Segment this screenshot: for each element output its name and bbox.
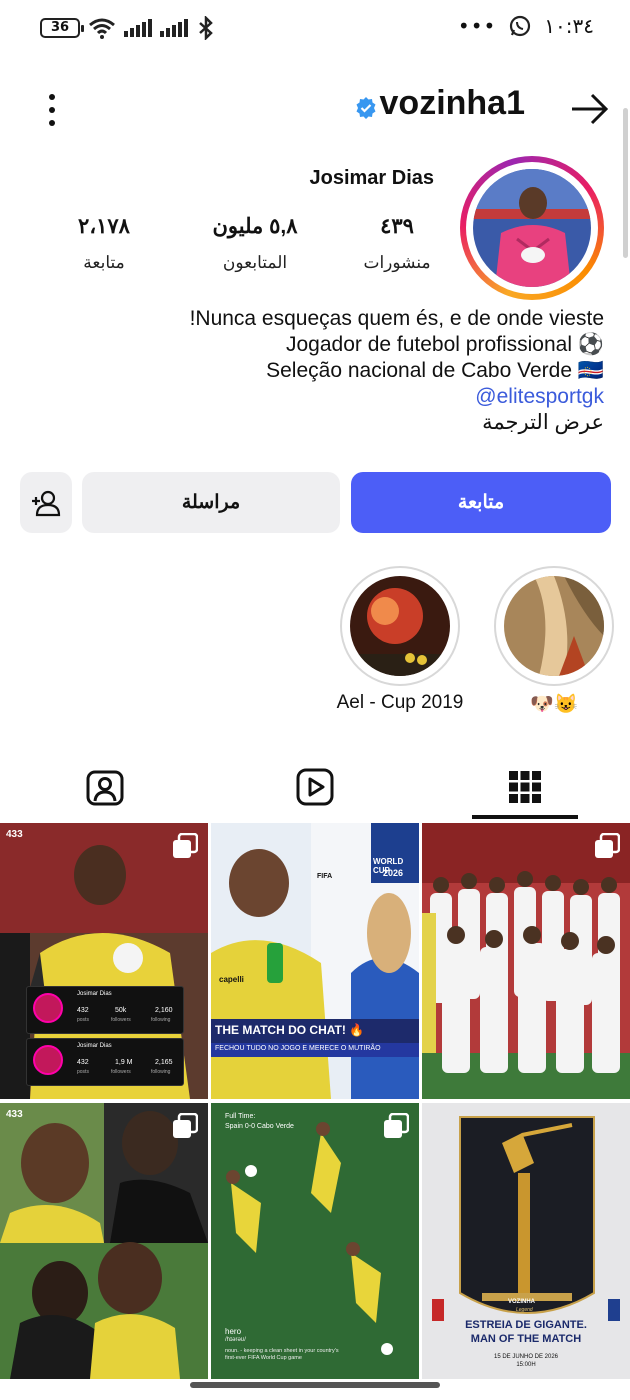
stat-followers[interactable]: ٥,٨ مليون المتابعون [190,214,320,273]
post-1-card-2-followers: 1,9 M [115,1059,133,1066]
post-1-card-1: Josimar Dias 432 50k 2,160 posts followe… [26,986,184,1034]
username: vozinha1 [379,84,525,122]
status-bar: 36 ••• ١٠:٣٤ [0,0,630,60]
scrollbar[interactable] [623,108,628,258]
display-name: Josimar Dias [309,167,434,189]
stat-posts[interactable]: ٤٣٩ منشورات [352,214,442,273]
post-1-card-2-following: 2,165 [155,1059,173,1066]
story-highlight-1[interactable]: 🐶😺 [494,566,614,716]
more-notifications-icon: ••• [457,14,497,38]
active-tab-indicator [472,815,578,819]
post-1-card-1-followers-label: followers [111,1017,131,1023]
profile-tabs [0,755,630,821]
post-5[interactable]: Full Time: Spain 0-0 Cabo Verde hero /hɪ… [211,1103,419,1379]
posts-label: منشورات [363,253,431,272]
profile-avatar[interactable] [460,156,604,300]
post-1-card-2-posts: 432 [77,1059,89,1066]
see-translation-link[interactable]: عرض الترجمة [44,410,604,436]
post-6-sub: Legend [516,1307,533,1313]
profile-header: vozinha1 [0,82,630,138]
bio-threads-link[interactable]: @elitesportgk [44,384,604,410]
signal-icon [124,19,152,37]
carousel-icon [173,833,198,858]
post-1[interactable]: 433 Josimar Dias 432 50k 2,160 posts fol… [0,823,208,1099]
following-count: ٢،١٧٨ [78,215,130,238]
follow-button[interactable]: متابعة [351,472,611,533]
tagged-person-icon [86,770,124,806]
post-6-time: 15:00H [516,1362,536,1368]
highlight-cover-2 [350,576,450,676]
post-2-year: 2026 [383,868,404,878]
add-person-icon [32,490,61,516]
stat-following[interactable]: ٢،١٧٨ متابعة [58,214,150,273]
post-1-card-1-followers: 50k [115,1007,127,1014]
carousel-icon [173,1113,198,1138]
verified-badge-icon [356,97,376,119]
avatar-photo [473,169,591,287]
post-1-card-2-followers-label: followers [111,1069,131,1075]
post-5-header-2: Spain 0-0 Cabo Verde [225,1123,294,1130]
posts-count: ٤٣٩ [380,215,414,238]
post-2-sponsor: capelli [219,975,244,984]
post-5-header-1: Full Time: [225,1113,256,1120]
suggested-users-button[interactable] [20,472,72,533]
post-2-banner-sub: FECHOU TUDO NO JOGO E MERECE O MUTIRÃO [215,1045,381,1052]
more-options-icon[interactable] [40,94,64,126]
post-1-card-1-following: 2,160 [155,1007,173,1014]
system-icons [88,14,216,42]
grid-icon [509,771,541,803]
post-1-card-2-following-label: following [151,1069,171,1075]
bio-line-2: Jogador de futebol profissional ⚽ [285,333,604,356]
post-6-date: 15 DE JUNHO DE 2026 [493,1354,559,1360]
message-button[interactable]: مراسلة [82,472,340,533]
battery-indicator: 36 [40,18,84,38]
post-1-card-2-name: Josimar Dias [77,1043,112,1049]
post-1-card-1-following-label: following [151,1017,171,1023]
post-4[interactable]: 433 [0,1103,208,1379]
post-1-card-2: Josimar Dias 432 1,9 M 2,165 posts follo… [26,1038,184,1086]
post-5-definition: noun. - keeping a clean sheet in your co… [225,1348,339,1361]
clock: ١٠:٣٤ [544,14,594,38]
home-indicator[interactable] [190,1382,440,1388]
post-2[interactable]: FIFA WORLD CUP 2026 capelli THE MATCH DO… [211,823,419,1099]
status-right: ••• ١٠:٣٤ [458,14,594,38]
wifi-icon [89,18,115,39]
post-1-card-1-posts: 432 [77,1007,89,1014]
post-4-badge: 433 [6,1109,23,1120]
forward-arrow-icon[interactable] [570,92,610,126]
tab-reels[interactable] [275,755,355,819]
highlight-caption-2: Ael - Cup 2019 [336,692,464,713]
post-6-title-1: ESTREIA DE GIGANTE. [465,1319,587,1331]
post-6[interactable]: VOZINHA Legend ESTREIA DE GIGANTE. MAN O… [422,1103,630,1379]
post-5-word: hero [225,1327,242,1336]
post-3[interactable] [422,823,630,1099]
post-1-card-1-posts-label: posts [77,1017,89,1023]
signal-icon-2 [160,19,188,37]
post-2-fifa: FIFA [317,873,333,880]
post-2-banner: THE MATCH DO CHAT! 🔥 [215,1023,365,1037]
story-highlight-2[interactable]: Ael - Cup 2019 [337,566,463,714]
post-1-badge: 433 [6,829,23,840]
post-6-name: VOZINHA [508,1299,535,1305]
highlight-cover-1 [504,576,604,676]
profile-bio: !Nunca esqueças quem és, e de onde viest… [44,306,604,436]
followers-count: ٥,٨ مليون [212,215,298,238]
post-1-card-1-name: Josimar Dias [77,991,112,997]
tab-tagged[interactable] [65,755,145,819]
whatsapp-icon [510,15,531,37]
following-label: متابعة [83,253,125,272]
post-5-pron: /hɪərəʊ/ [225,1337,246,1343]
reels-play-icon [296,768,334,806]
bio-line-3: Seleção nacional de Cabo Verde 🇨🇻 [266,359,604,382]
bluetooth-icon [199,16,213,40]
followers-label: المتابعون [222,253,288,272]
carousel-icon [384,1113,409,1138]
battery-level: 36 [50,20,70,35]
tab-posts-grid[interactable] [485,755,565,819]
post-1-card-2-posts-label: posts [77,1069,89,1075]
bio-line-1: !Nunca esqueças quem és, e de onde viest… [189,307,604,330]
post-6-title-2: MAN OF THE MATCH [470,1333,582,1345]
carousel-icon [595,833,620,858]
